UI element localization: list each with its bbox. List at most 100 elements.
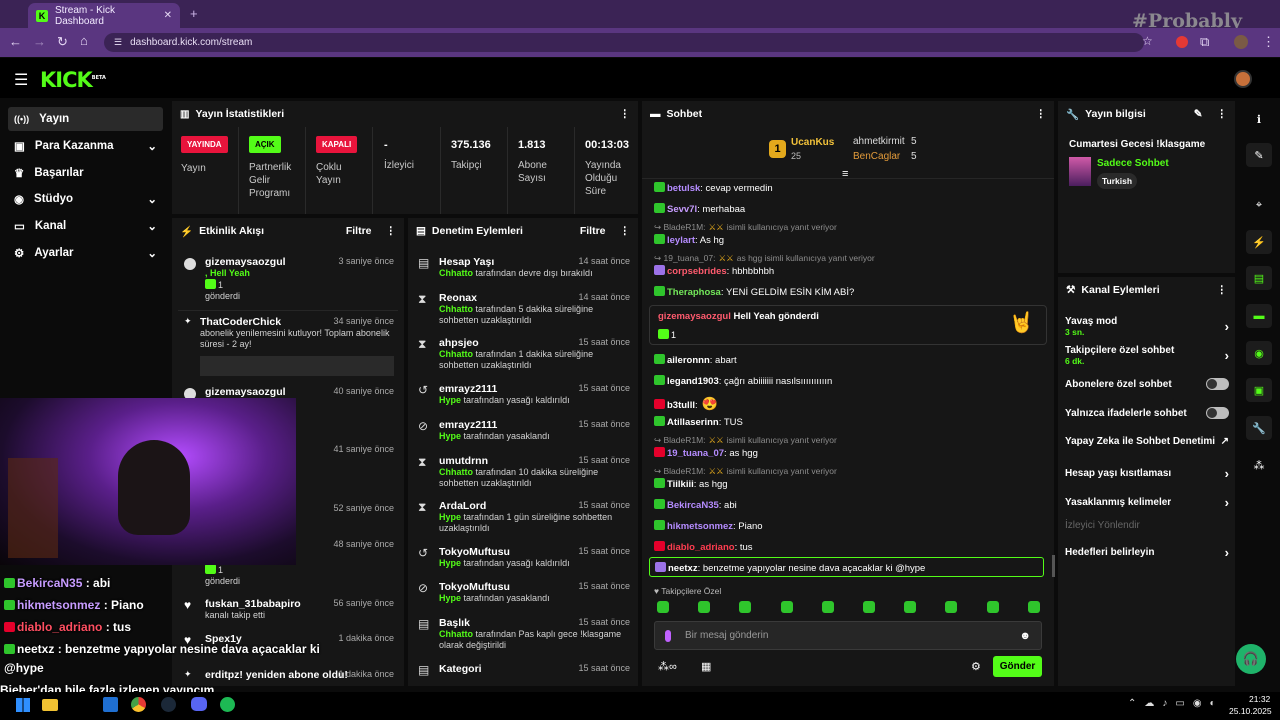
chat-user[interactable]: Atillaserinn: [667, 417, 719, 428]
emoji-picker-icon[interactable]: ☻: [1019, 630, 1031, 642]
lightning-icon[interactable]: ⚡: [1246, 230, 1272, 254]
emote-icon[interactable]: [904, 601, 917, 613]
chat-user[interactable]: Sevv7l: [667, 204, 697, 215]
filter-button[interactable]: Filtre: [346, 225, 372, 237]
sidebar-item-studyo[interactable]: ◉ Stüdyo ⌄: [8, 187, 163, 211]
channel-action-item[interactable]: Yapay Zeka ile Sohbet Denetimi ↗: [1065, 436, 1229, 447]
community-icon[interactable]: ⁂: [1246, 453, 1272, 477]
info-icon[interactable]: ℹ: [1246, 107, 1272, 131]
channel-action-item[interactable]: Takipçilere özel sohbet 6 dk. ›: [1065, 345, 1229, 366]
emote-icon[interactable]: [986, 601, 999, 613]
channel-action-item[interactable]: Yasaklanmış kelimeler ›: [1065, 495, 1229, 510]
chrome-icon[interactable]: [131, 697, 146, 712]
notes-icon[interactable]: ▤: [1246, 266, 1272, 290]
discord-icon[interactable]: [191, 697, 207, 711]
steam-icon[interactable]: [161, 697, 176, 712]
extensions-puzzle-icon[interactable]: ⧉: [1200, 34, 1209, 50]
emote-icon[interactable]: [657, 601, 669, 613]
chat-user[interactable]: diablo_adriano: [667, 542, 735, 553]
channel-action-item[interactable]: Hedefleri belirleyin ›: [1065, 545, 1229, 560]
store-icon[interactable]: ▦: [701, 660, 711, 673]
channel-action-item[interactable]: Abonelere özel sohbet: [1065, 378, 1229, 390]
outlook-icon[interactable]: [103, 697, 118, 712]
chat-input[interactable]: Bir mesaj gönderin ☻: [654, 621, 1042, 650]
forward-icon[interactable]: →: [33, 34, 46, 49]
edit-icon[interactable]: ✎: [1194, 108, 1203, 120]
emote-icon[interactable]: [698, 601, 711, 613]
sidebar-item-kanal[interactable]: ▭ Kanal ⌄: [8, 214, 163, 238]
emote-icon[interactable]: [821, 601, 834, 613]
sidebar-item-basarilar[interactable]: ♛ Başarılar: [8, 161, 163, 185]
community-icon[interactable]: ⁂∞: [658, 660, 677, 673]
channel-action-item[interactable]: Yalnızca ifadelerle sohbet: [1065, 407, 1229, 419]
browser-menu-icon[interactable]: ⋮: [1262, 34, 1275, 50]
chat-user[interactable]: betulsk: [667, 183, 700, 194]
site-info-icon[interactable]: ☰: [114, 37, 122, 48]
layout-icon[interactable]: ▣: [1246, 378, 1272, 402]
back-icon[interactable]: ←: [9, 34, 22, 49]
chat-user[interactable]: BekircaN35: [667, 500, 719, 511]
toggle-switch[interactable]: [1206, 378, 1229, 390]
chat-user[interactable]: corpsebrides: [667, 266, 727, 277]
chat-user[interactable]: 19_tuana_07: [667, 448, 724, 459]
sidebar-item-para-kazanma[interactable]: ▣ Para Kazanma ⌄: [8, 134, 163, 158]
url-input[interactable]: ☰ dashboard.kick.com/stream: [104, 33, 1144, 52]
chat-settings-icon[interactable]: ⚙: [971, 660, 981, 673]
category-name[interactable]: Sadece Sohbet: [1097, 158, 1169, 169]
chat-user[interactable]: aileronnn: [667, 355, 710, 366]
more-options-icon[interactable]: ⋮: [386, 225, 397, 237]
emote-icon[interactable]: [780, 601, 793, 613]
sidebar-item-yayin[interactable]: ((•)) Yayın: [8, 107, 163, 131]
chat-user[interactable]: leylart: [667, 235, 695, 246]
hamburger-menu-icon[interactable]: ☰: [14, 70, 28, 90]
reload-icon[interactable]: ↻: [57, 34, 68, 50]
emote-icon[interactable]: [863, 601, 875, 613]
user-avatar[interactable]: [1234, 70, 1252, 88]
chat-icon[interactable]: ▬: [1246, 304, 1272, 328]
toggle-switch[interactable]: [1206, 407, 1229, 419]
overlay-badge-icon: [4, 622, 15, 632]
microphone-icon[interactable]: [665, 629, 671, 642]
emote-icon[interactable]: [739, 601, 752, 613]
file-explorer-icon[interactable]: [42, 699, 58, 711]
bookmark-star-icon[interactable]: ☆: [1142, 34, 1153, 48]
send-button[interactable]: Gönder: [993, 656, 1042, 677]
more-options-icon[interactable]: ⋮: [620, 108, 631, 120]
tag-badge[interactable]: Turkish: [1097, 173, 1138, 189]
channel-action-item[interactable]: Hesap yaşı kısıtlaması ›: [1065, 466, 1229, 481]
extension-icon[interactable]: [1176, 36, 1188, 48]
chat-user[interactable]: legand1903: [667, 376, 719, 387]
sidebar-item-ayarlar[interactable]: ⚙ Ayarlar ⌄: [8, 241, 163, 265]
new-tab-button[interactable]: +: [190, 6, 198, 21]
chat-scrollbar[interactable]: [1052, 555, 1055, 577]
channel-action-item[interactable]: İzleyici Yönlendir: [1065, 520, 1229, 531]
close-tab-icon[interactable]: ✕: [164, 10, 172, 21]
channel-action-item[interactable]: Yavaş mod 3 sn. ›: [1065, 316, 1229, 337]
emote-icon[interactable]: [1027, 601, 1040, 613]
pencil-icon[interactable]: ✎: [1246, 143, 1272, 167]
tray-icons[interactable]: ⌃☁♪▭◉◐: [1128, 698, 1224, 709]
filter-button[interactable]: Filtre: [580, 225, 606, 237]
profile-avatar-icon[interactable]: [1234, 35, 1248, 49]
more-options-icon[interactable]: ⋮: [1217, 284, 1228, 296]
chat-user[interactable]: Tiilkiii: [667, 479, 694, 490]
browser-tab[interactable]: K Stream - Kick Dashboard ✕: [28, 3, 180, 28]
chat-user[interactable]: hikmetsonmez: [667, 521, 733, 532]
windows-start-icon[interactable]: [16, 698, 30, 712]
chat-user[interactable]: b3tulll: [667, 400, 695, 411]
chair-silhouette: [8, 458, 58, 558]
emote-icon[interactable]: [945, 601, 958, 613]
more-options-icon[interactable]: ⋮: [1217, 108, 1228, 120]
more-options-icon[interactable]: ⋮: [620, 225, 631, 237]
support-button[interactable]: 🎧: [1236, 644, 1266, 674]
broadcast-icon[interactable]: ◉: [1246, 341, 1272, 365]
stat-label: Abone Sayısı: [518, 160, 547, 184]
more-options-icon[interactable]: ⋮: [1036, 108, 1047, 120]
kick-logo[interactable]: KICKBETA: [40, 68, 106, 92]
chat-user[interactable]: Theraphosa: [667, 287, 721, 298]
home-icon[interactable]: ⌂: [80, 33, 88, 48]
chat-message: hikmetsonmez: Piano: [654, 520, 763, 532]
spotify-icon[interactable]: [220, 697, 235, 712]
wrench-icon[interactable]: 🔧: [1246, 416, 1272, 440]
focus-icon[interactable]: ⌖: [1246, 193, 1272, 217]
